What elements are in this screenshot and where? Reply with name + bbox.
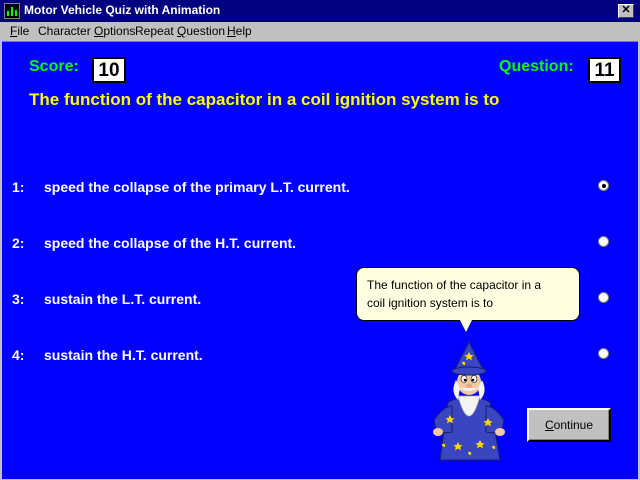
- answer-radio-4[interactable]: [598, 348, 609, 359]
- answer-text-2[interactable]: speed the collapse of the H.T. current.: [44, 235, 296, 251]
- answer-text-3[interactable]: sustain the L.T. current.: [44, 291, 201, 307]
- speech-line-2: coil ignition system is to: [367, 296, 494, 310]
- question-text: The function of the capacitor in a coil …: [29, 90, 500, 109]
- quiz-panel: Score: 10 Question: 11 The function of t…: [2, 41, 638, 479]
- menu-bar: File Character Options Repeat Question H…: [0, 22, 640, 41]
- close-icon[interactable]: ✕: [618, 4, 634, 18]
- answer-number-1: 1:: [12, 179, 25, 195]
- answer-number-4: 4:: [12, 347, 25, 363]
- score-label: Score:: [29, 58, 79, 75]
- question-number-value: 11: [588, 57, 621, 83]
- menu-help[interactable]: Help: [227, 24, 252, 38]
- score-value: 10: [92, 57, 126, 83]
- quiz-app-icon[interactable]: [4, 3, 20, 19]
- continue-button[interactable]: Continue: [527, 408, 611, 442]
- answer-text-1[interactable]: speed the collapse of the primary L.T. c…: [44, 179, 350, 195]
- menu-file[interactable]: File: [10, 24, 29, 38]
- speech-line-1: The function of the capacitor in a: [367, 278, 542, 292]
- question-number-label: Question:: [499, 58, 574, 75]
- radio-selected-dot: [602, 184, 606, 188]
- speech-bubble: The function of the capacitor in a coil …: [356, 267, 580, 321]
- window-title: Motor Vehicle Quiz with Animation: [24, 3, 221, 17]
- menu-repeat-question[interactable]: Repeat Question: [135, 24, 225, 38]
- answer-radio-3[interactable]: [598, 292, 609, 303]
- answer-number-2: 2:: [12, 235, 25, 251]
- answer-radio-2[interactable]: [598, 236, 609, 247]
- title-bar[interactable]: Motor Vehicle Quiz with Animation ✕: [0, 0, 640, 22]
- answer-text-4[interactable]: sustain the H.T. current.: [44, 347, 203, 363]
- speech-bubble-tail: [460, 320, 472, 332]
- answer-number-3: 3:: [12, 291, 25, 307]
- wizard-character-icon[interactable]: [430, 340, 508, 462]
- menu-character-options[interactable]: Character Options: [38, 24, 135, 38]
- answer-radio-1[interactable]: [598, 180, 609, 191]
